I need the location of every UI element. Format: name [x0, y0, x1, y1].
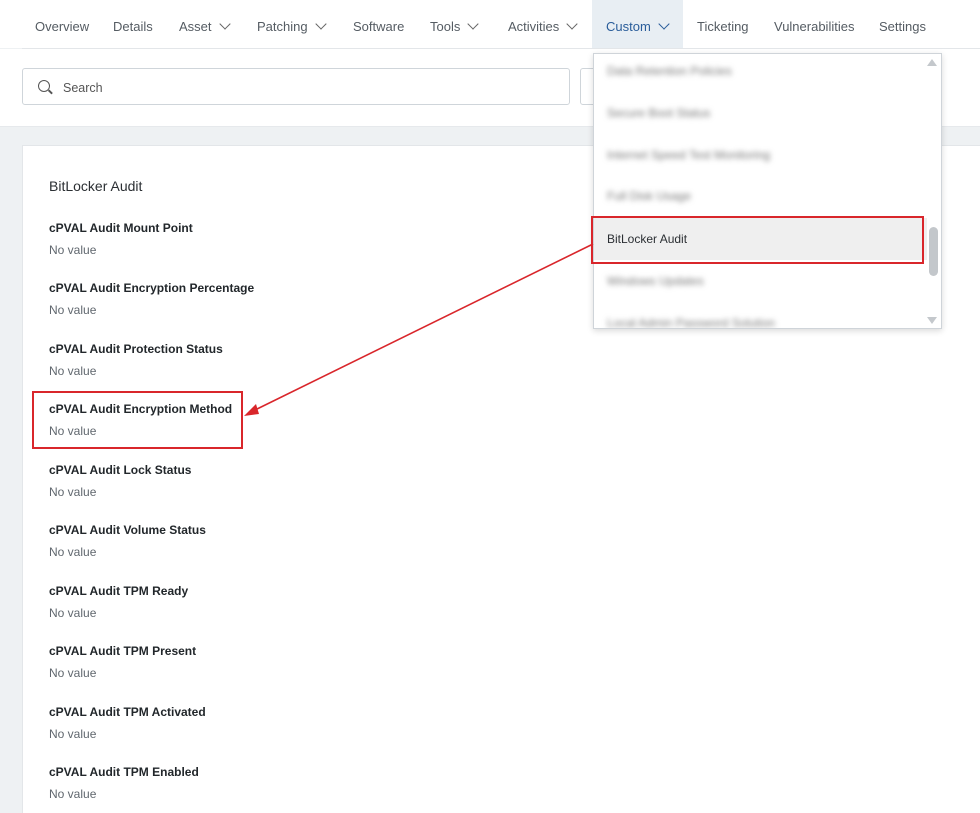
tab-activities[interactable]: Activities	[508, 0, 578, 48]
highlight-box-field	[32, 391, 243, 449]
field-tpm-activated: cPVAL Audit TPM Activated No value	[49, 705, 206, 741]
tab-ticketing[interactable]: Ticketing	[697, 0, 749, 48]
chevron-down-icon	[467, 18, 480, 30]
field-tpm-enabled: cPVAL Audit TPM Enabled No value	[49, 765, 199, 801]
field-value: No value	[49, 606, 97, 620]
field-value: No value	[49, 485, 97, 499]
scrollbar-thumb[interactable]	[929, 227, 938, 276]
tab-label: Asset	[179, 19, 212, 34]
field-label: cPVAL Audit Volume Status	[49, 523, 206, 537]
tab-label: Settings	[879, 19, 926, 34]
dropdown-item[interactable]: Windows Updates	[594, 260, 927, 302]
search-input[interactable]	[61, 77, 545, 99]
field-label: cPVAL Audit Lock Status	[49, 463, 192, 477]
dropdown-item[interactable]: Secure Boot Status	[594, 92, 927, 134]
highlight-box-menu-item	[591, 216, 924, 264]
tab-details[interactable]: Details	[113, 0, 153, 48]
field-label: cPVAL Audit TPM Present	[49, 644, 197, 658]
tab-tools[interactable]: Tools	[430, 0, 480, 48]
tab-label: Tools	[430, 19, 461, 34]
tab-label: Activities	[508, 19, 560, 34]
field-mount-point: cPVAL Audit Mount Point No value	[49, 221, 193, 257]
tab-label: Patching	[257, 19, 308, 34]
chevron-down-icon	[566, 18, 578, 30]
tab-vulnerabilities[interactable]: Vulnerabilities	[774, 0, 854, 48]
field-label: cPVAL Audit TPM Activated	[49, 705, 206, 719]
chevron-down-icon	[314, 18, 327, 30]
field-value: No value	[49, 364, 97, 378]
tab-overview[interactable]: Overview	[35, 0, 89, 48]
dropdown-item[interactable]: Internet Speed Test Monitoring	[594, 134, 927, 176]
field-value: No value	[49, 666, 97, 680]
scroll-up-icon[interactable]	[927, 59, 937, 66]
tab-label: Vulnerabilities	[774, 19, 855, 34]
chevron-down-icon	[658, 18, 670, 30]
top-nav: Overview Details Asset Patching Software…	[0, 0, 980, 49]
tab-label: Software	[353, 19, 405, 34]
chevron-down-icon	[218, 18, 231, 30]
field-label: cPVAL Audit Mount Point	[49, 221, 193, 235]
tab-software[interactable]: Software	[353, 0, 404, 48]
tab-asset[interactable]: Asset	[179, 0, 231, 48]
field-encryption-percentage: cPVAL Audit Encryption Percentage No val…	[49, 281, 254, 317]
field-volume-status: cPVAL Audit Volume Status No value	[49, 523, 206, 559]
tab-patching[interactable]: Patching	[257, 0, 327, 48]
field-protection-status: cPVAL Audit Protection Status No value	[49, 342, 223, 378]
field-label: cPVAL Audit TPM Enabled	[49, 765, 199, 779]
panel-title: BitLocker Audit	[49, 178, 143, 194]
dropdown-item[interactable]: Full Disk Usage	[594, 175, 927, 217]
tab-label: Details	[113, 19, 153, 34]
field-value: No value	[49, 243, 97, 257]
field-value: No value	[49, 727, 97, 741]
search-box[interactable]	[22, 68, 570, 105]
field-lock-status: cPVAL Audit Lock Status No value	[49, 463, 191, 499]
dropdown-item[interactable]: Data Retention Policies	[594, 54, 927, 92]
scroll-down-icon[interactable]	[927, 317, 937, 324]
field-label: cPVAL Audit Encryption Percentage	[49, 281, 255, 295]
tab-label: Ticketing	[697, 19, 749, 34]
tab-custom[interactable]: Custom	[592, 0, 683, 48]
tab-label: Custom	[606, 19, 651, 34]
field-label: cPVAL Audit TPM Ready	[49, 584, 189, 598]
field-value: No value	[49, 545, 97, 559]
field-value: No value	[49, 787, 97, 801]
field-value: No value	[49, 303, 97, 317]
field-tpm-present: cPVAL Audit TPM Present No value	[49, 644, 196, 680]
custom-dropdown-menu: Data Retention Policies Secure Boot Stat…	[593, 53, 942, 329]
tab-label: Overview	[35, 19, 90, 34]
search-icon	[38, 80, 50, 92]
field-label: cPVAL Audit Protection Status	[49, 342, 223, 356]
dropdown-item[interactable]: Local Admin Password Solution	[594, 302, 927, 328]
tab-settings[interactable]: Settings	[879, 0, 926, 48]
field-tpm-ready: cPVAL Audit TPM Ready No value	[49, 584, 188, 620]
